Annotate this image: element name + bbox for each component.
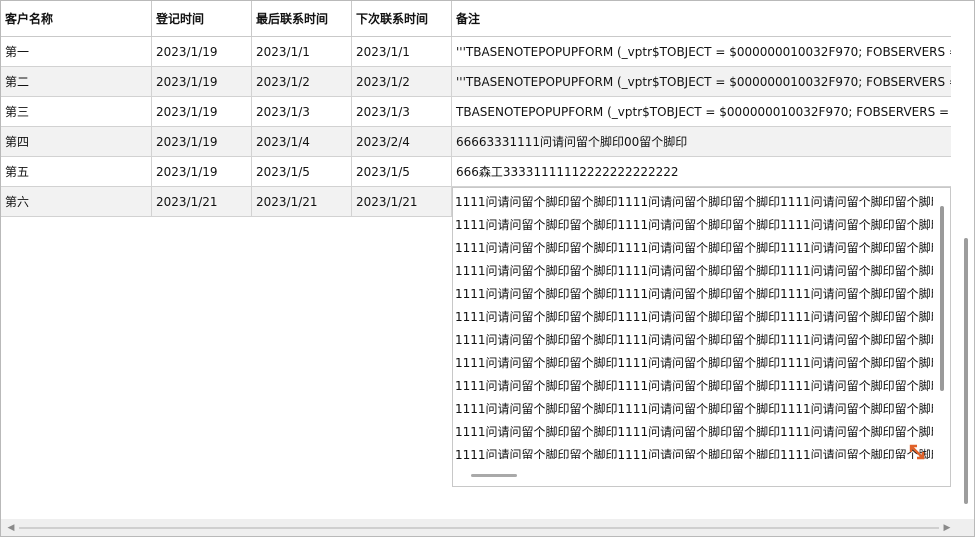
note-popup-line: 1111问请问留个脚印留个脚印1111问请问留个脚印留个脚印1111问请问留个脚… (455, 241, 933, 255)
note-popup-text[interactable]: 1111问请问留个脚印留个脚印1111问请问留个脚印留个脚印1111问请问留个脚… (455, 191, 933, 459)
cell-note[interactable]: '''TBASENOTEPOPUPFORM (_vptr$TOBJECT = $… (452, 37, 951, 67)
cell-next-contact-time[interactable]: 2023/1/1 (352, 37, 452, 67)
table-row[interactable]: 第二 2023/1/19 2023/1/2 2023/1/2 '''TBASEN… (1, 67, 951, 97)
cell-registered-time[interactable]: 2023/1/19 (152, 97, 252, 127)
note-popup-line: 1111问请问留个脚印留个脚印1111问请问留个脚印留个脚印1111问请问留个脚… (455, 264, 933, 278)
cell-registered-time[interactable]: 2023/1/21 (152, 187, 252, 217)
note-popup-horizontal-scrollbar[interactable] (471, 474, 517, 477)
cell-last-contact-time[interactable]: 2023/1/5 (252, 157, 352, 187)
table-row[interactable]: 第一 2023/1/19 2023/1/1 2023/1/1 '''TBASEN… (1, 37, 951, 67)
cell-last-contact-time[interactable]: 2023/1/3 (252, 97, 352, 127)
resize-diagonal-icon[interactable] (907, 442, 927, 462)
cell-registered-time[interactable]: 2023/1/19 (152, 37, 252, 67)
scroll-right-icon[interactable]: ▶ (941, 522, 953, 534)
cell-next-contact-time[interactable]: 2023/1/5 (352, 157, 452, 187)
grid-header: 客户名称 登记时间 最后联系时间 下次联系时间 备注 (1, 1, 951, 37)
cell-next-contact-time[interactable]: 2023/1/21 (352, 187, 452, 217)
note-popup-line: 1111问请问留个脚印留个脚印1111问请问留个脚印留个脚印1111问请问留个脚… (455, 195, 933, 209)
note-popup-line: 1111问请问留个脚印留个脚印1111问请问留个脚印留个脚印1111问请问留个脚… (455, 425, 933, 439)
header-next-contact-time[interactable]: 下次联系时间 (352, 1, 452, 37)
note-popup-line: 1111问请问留个脚印留个脚印1111问请问留个脚印留个脚印1111问请问留个脚… (455, 287, 933, 301)
table-row[interactable]: 第四 2023/1/19 2023/1/4 2023/2/4 666633311… (1, 127, 951, 157)
grid-horizontal-scrollbar[interactable]: ◀ ▶ (1, 519, 974, 536)
grid-vertical-scrollbar[interactable] (958, 1, 974, 519)
cell-registered-time[interactable]: 2023/1/19 (152, 127, 252, 157)
grid-horizontal-scroll-thumb[interactable] (19, 527, 939, 529)
cell-last-contact-time[interactable]: 2023/1/1 (252, 37, 352, 67)
note-popup-line: 1111问请问留个脚印留个脚印1111问请问留个脚印留个脚印1111问请问留个脚… (455, 356, 933, 370)
cell-note[interactable]: 666森工33331111112222222222222 (452, 157, 951, 187)
table-row[interactable]: 第五 2023/1/19 2023/1/5 2023/1/5 666森工3333… (1, 157, 951, 187)
header-customer-name[interactable]: 客户名称 (1, 1, 152, 37)
note-popup-line: 1111问请问留个脚印留个脚印1111问请问留个脚印留个脚印1111问请问留个脚… (455, 310, 933, 324)
header-registered-time[interactable]: 登记时间 (152, 1, 252, 37)
note-popup-line: 1111问请问留个脚印留个脚印1111问请问留个脚印留个脚印1111问请问留个脚… (455, 402, 933, 416)
note-popup-line: 1111问请问留个脚印留个脚印1111问请问留个脚印留个脚印1111问请问留个脚… (455, 218, 933, 232)
cell-customer-name[interactable]: 第一 (1, 37, 152, 67)
cell-customer-name[interactable]: 第三 (1, 97, 152, 127)
cell-customer-name[interactable]: 第六 (1, 187, 152, 217)
cell-next-contact-time[interactable]: 2023/1/2 (352, 67, 452, 97)
grid-vertical-scroll-thumb[interactable] (964, 238, 968, 504)
note-popup-line: 1111问请问留个脚印留个脚印1111问请问留个脚印留个脚印1111问请问留个脚… (455, 333, 933, 347)
note-popup-vertical-scrollbar[interactable] (940, 206, 944, 391)
customer-grid: 客户名称 登记时间 最后联系时间 下次联系时间 备注 第一 2023/1/19 … (0, 0, 975, 537)
table-row[interactable]: 第三 2023/1/19 2023/1/3 2023/1/3 TBASENOTE… (1, 97, 951, 127)
cell-customer-name[interactable]: 第五 (1, 157, 152, 187)
cell-note[interactable]: '''TBASENOTEPOPUPFORM (_vptr$TOBJECT = $… (452, 67, 951, 97)
note-popup-line: 1111问请问留个脚印留个脚印1111问请问留个脚印留个脚印1111问请问留个脚… (455, 448, 933, 459)
note-popup-line: 1111问请问留个脚印留个脚印1111问请问留个脚印留个脚印1111问请问留个脚… (455, 379, 933, 393)
note-popup[interactable]: 1111问请问留个脚印留个脚印1111问请问留个脚印留个脚印1111问请问留个脚… (452, 187, 951, 487)
cell-registered-time[interactable]: 2023/1/19 (152, 157, 252, 187)
cell-customer-name[interactable]: 第二 (1, 67, 152, 97)
cell-note[interactable]: 66663331111问请问留个脚印00留个脚印 (452, 127, 951, 157)
cell-note[interactable]: TBASENOTEPOPUPFORM (_vptr$TOBJECT = $000… (452, 97, 951, 127)
cell-last-contact-time[interactable]: 2023/1/21 (252, 187, 352, 217)
header-note[interactable]: 备注 (452, 1, 951, 37)
cell-registered-time[interactable]: 2023/1/19 (152, 67, 252, 97)
cell-next-contact-time[interactable]: 2023/1/3 (352, 97, 452, 127)
cell-next-contact-time[interactable]: 2023/2/4 (352, 127, 452, 157)
cell-last-contact-time[interactable]: 2023/1/4 (252, 127, 352, 157)
header-last-contact-time[interactable]: 最后联系时间 (252, 1, 352, 37)
scroll-left-icon[interactable]: ◀ (5, 522, 17, 534)
cell-last-contact-time[interactable]: 2023/1/2 (252, 67, 352, 97)
cell-customer-name[interactable]: 第四 (1, 127, 152, 157)
